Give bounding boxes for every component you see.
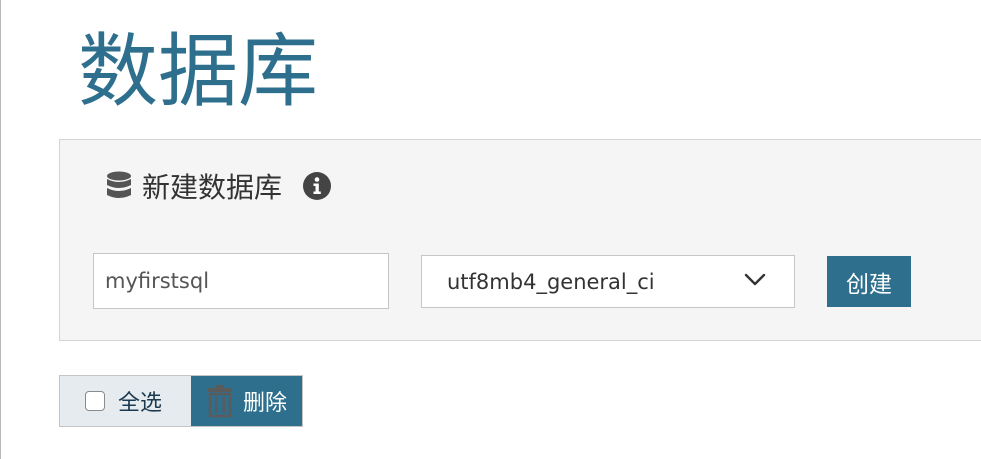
collation-selected-value: utf8mb4_general_ci xyxy=(447,269,655,294)
chevron-down-icon xyxy=(744,272,766,286)
left-border xyxy=(0,0,1,459)
select-all-checkbox[interactable] xyxy=(85,391,105,411)
page-title: 数据库 xyxy=(78,25,318,118)
panel-title: 新建数据库 xyxy=(142,171,283,204)
delete-label: 删除 xyxy=(243,391,288,416)
collation-select[interactable]: utf8mb4_general_ci xyxy=(421,255,795,308)
select-all-toggle[interactable]: 全选 xyxy=(60,376,191,426)
select-all-label: 全选 xyxy=(118,391,163,416)
delete-button[interactable]: 删除 xyxy=(191,376,302,426)
bulk-actions-bar: 全选 删除 xyxy=(59,375,303,427)
trash-icon xyxy=(207,384,233,418)
create-button[interactable]: 创建 xyxy=(827,256,911,307)
create-database-panel: 新建数据库 utf8mb4_general_ci 创建 xyxy=(59,139,981,341)
database-name-input[interactable] xyxy=(93,253,389,309)
panel-header: 新建数据库 xyxy=(106,166,332,206)
database-icon xyxy=(106,171,132,201)
info-icon[interactable] xyxy=(302,171,332,201)
